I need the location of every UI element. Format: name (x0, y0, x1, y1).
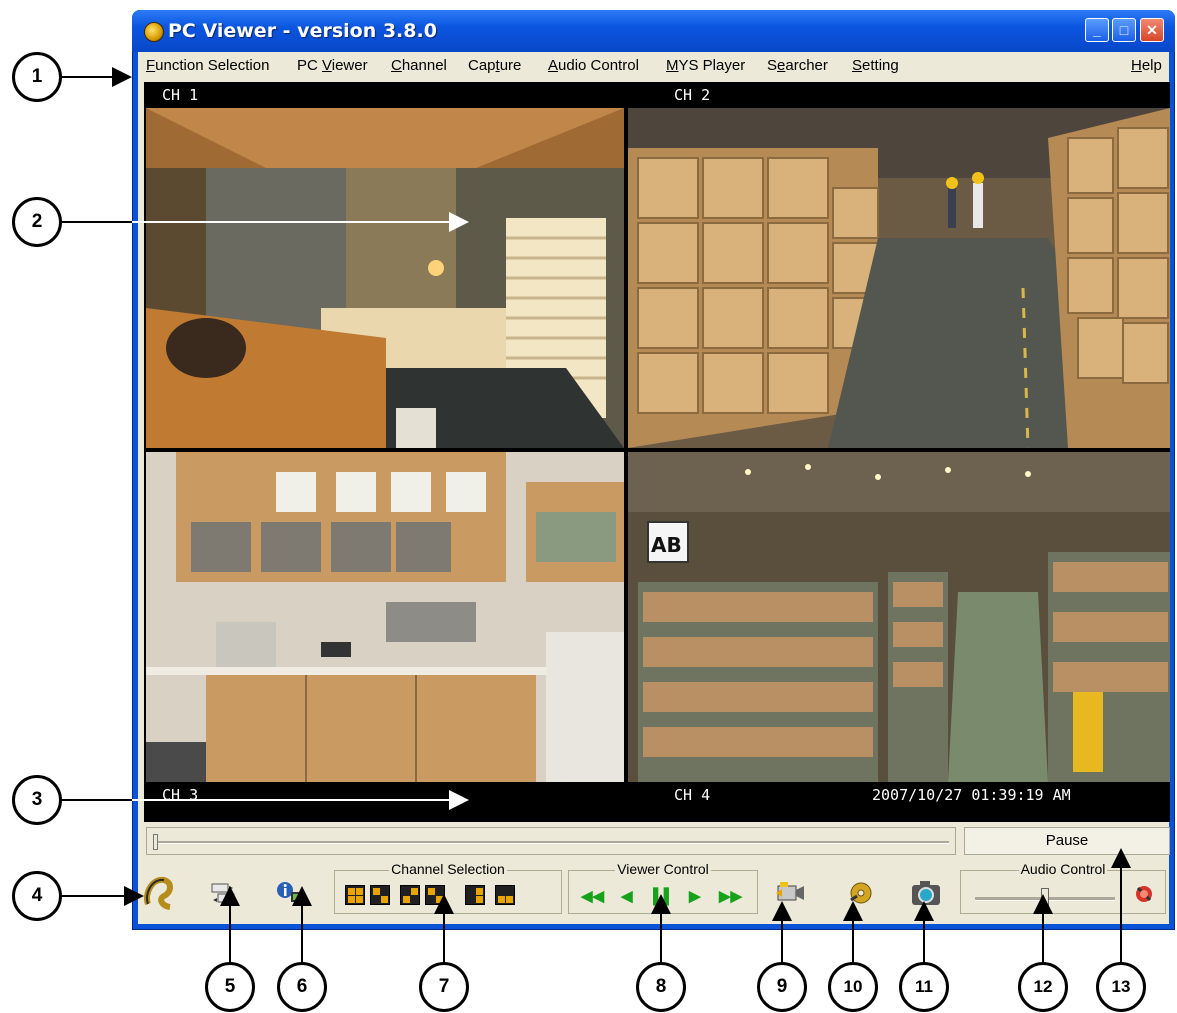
callout-3: 3 (12, 775, 62, 825)
callout-8: 8 (636, 962, 686, 1012)
callout-arrows (62, 67, 1131, 965)
callout-4: 4 (12, 871, 62, 921)
callout-11: 11 (899, 962, 949, 1012)
callout-5: 5 (205, 962, 255, 1012)
callout-7: 7 (419, 962, 469, 1012)
callout-10: 10 (828, 962, 878, 1012)
callout-12: 12 (1018, 962, 1068, 1012)
callout-2: 2 (12, 197, 62, 247)
callout-1: 1 (12, 52, 62, 102)
callout-6: 6 (277, 962, 327, 1012)
callout-13: 13 (1096, 962, 1146, 1012)
callout-9: 9 (757, 962, 807, 1012)
